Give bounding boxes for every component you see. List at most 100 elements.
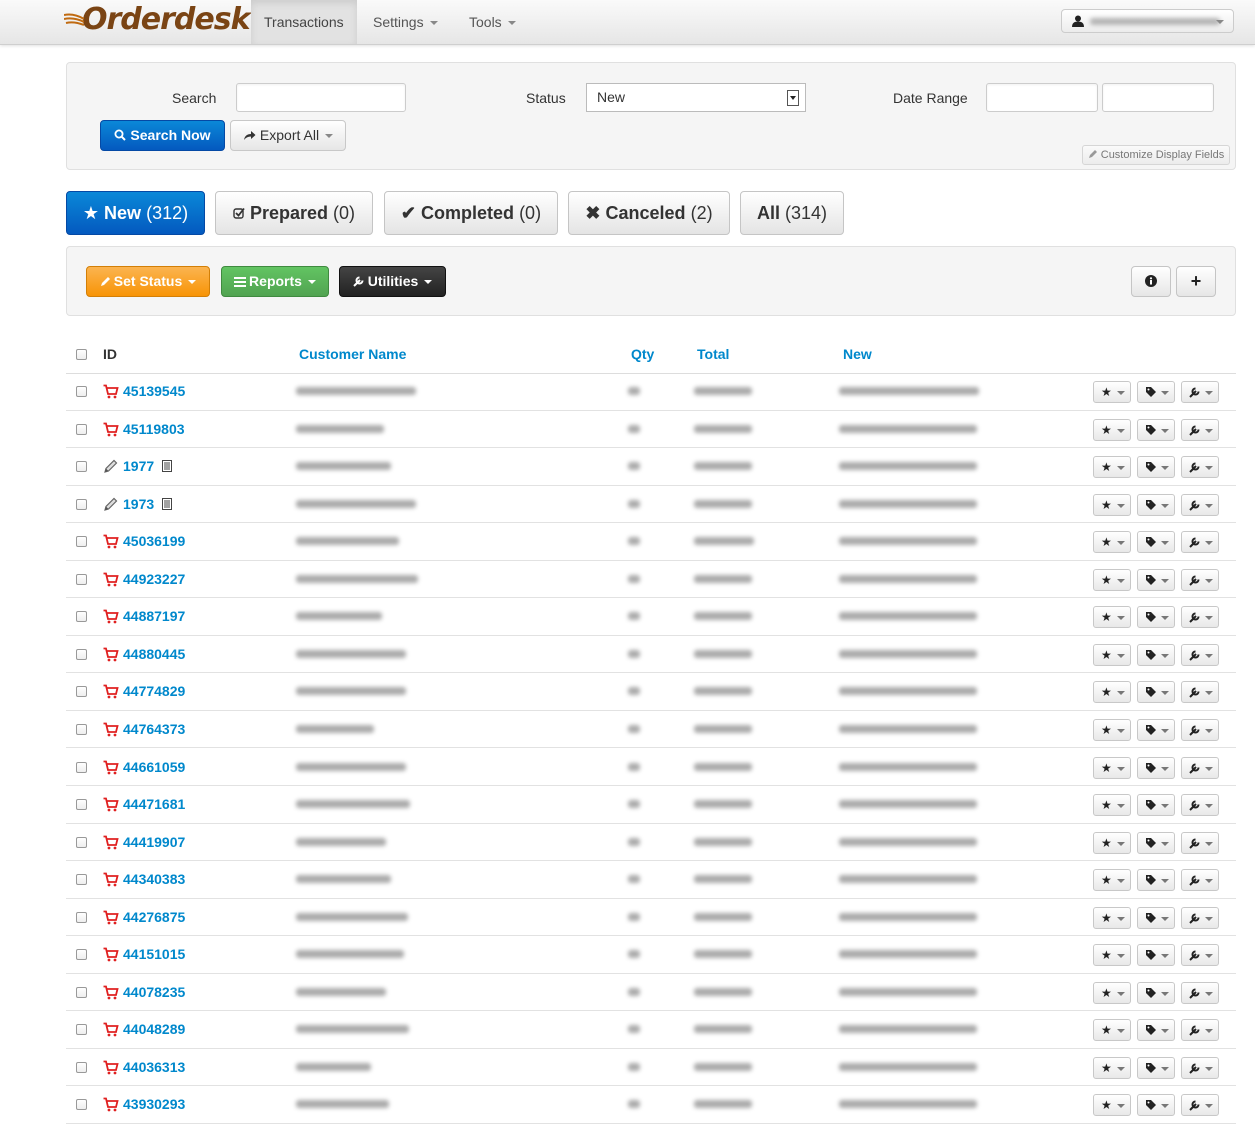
row-checkbox[interactable] [76, 573, 87, 585]
table-row[interactable]: 45119803 ★ [66, 411, 1236, 449]
row-star-button[interactable]: ★ [1093, 456, 1131, 479]
row-star-button[interactable]: ★ [1093, 531, 1131, 554]
row-tag-button[interactable] [1137, 681, 1175, 704]
row-checkbox[interactable] [76, 686, 87, 698]
set-status-button[interactable]: Set Status [86, 266, 210, 297]
row-star-button[interactable]: ★ [1093, 606, 1131, 629]
table-row[interactable]: 44887197 ★ [66, 598, 1236, 636]
row-star-button[interactable]: ★ [1093, 381, 1131, 403]
row-star-button[interactable]: ★ [1093, 756, 1131, 779]
row-checkbox[interactable] [76, 911, 87, 923]
tab-completed[interactable]: ✔ Completed (0) [384, 191, 558, 235]
order-id-link[interactable]: 44419907 [123, 834, 185, 850]
row-tag-button[interactable] [1137, 568, 1175, 591]
add-button[interactable]: + [1176, 266, 1216, 297]
table-row[interactable]: 44774829 ★ [66, 673, 1236, 711]
table-row[interactable]: 1973 ★ [66, 486, 1236, 524]
tab-new[interactable]: ★ New (312) [66, 191, 205, 235]
row-wrench-button[interactable] [1181, 418, 1219, 441]
row-star-button[interactable]: ★ [1093, 1094, 1131, 1117]
order-id-link[interactable]: 43930293 [123, 1096, 185, 1112]
row-checkbox[interactable] [76, 611, 87, 623]
customize-display-fields-button[interactable]: Customize Display Fields [1082, 145, 1230, 165]
table-row[interactable]: 44880445 ★ [66, 636, 1236, 674]
row-star-button[interactable]: ★ [1093, 643, 1131, 666]
row-wrench-button[interactable] [1181, 718, 1219, 741]
row-star-button[interactable]: ★ [1093, 906, 1131, 929]
row-tag-button[interactable] [1137, 1019, 1175, 1042]
order-id-link[interactable]: 1977 [123, 458, 154, 474]
table-row[interactable]: 44276875 ★ [66, 899, 1236, 937]
table-row[interactable]: 1977 ★ [66, 448, 1236, 486]
row-star-button[interactable]: ★ [1093, 944, 1131, 967]
order-id-link[interactable]: 45119803 [123, 421, 185, 437]
search-input[interactable] [236, 83, 406, 112]
row-checkbox[interactable] [76, 874, 87, 886]
row-star-button[interactable]: ★ [1093, 981, 1131, 1004]
row-wrench-button[interactable] [1181, 1094, 1219, 1117]
row-checkbox[interactable] [76, 949, 87, 961]
row-checkbox[interactable] [76, 498, 87, 510]
column-qty[interactable]: Qty [631, 346, 654, 362]
row-wrench-button[interactable] [1181, 1019, 1219, 1042]
order-id-link[interactable]: 44078235 [123, 984, 185, 1000]
row-checkbox[interactable] [76, 1061, 87, 1073]
row-wrench-button[interactable] [1181, 493, 1219, 516]
order-id-link[interactable]: 44048289 [123, 1021, 185, 1037]
table-row[interactable]: 44471681 ★ [66, 786, 1236, 824]
row-star-button[interactable]: ★ [1093, 1056, 1131, 1079]
row-wrench-button[interactable] [1181, 381, 1219, 403]
row-tag-button[interactable] [1137, 381, 1175, 403]
row-checkbox[interactable] [76, 648, 87, 660]
row-wrench-button[interactable] [1181, 568, 1219, 591]
search-now-button[interactable]: Search Now [100, 120, 225, 151]
table-row[interactable]: 43930293 ★ [66, 1086, 1236, 1124]
table-row[interactable]: 44661059 ★ [66, 749, 1236, 786]
row-checkbox[interactable] [76, 423, 87, 435]
row-checkbox[interactable] [76, 986, 87, 998]
row-wrench-button[interactable] [1181, 981, 1219, 1004]
row-star-button[interactable]: ★ [1093, 831, 1131, 854]
order-id-link[interactable]: 44661059 [123, 759, 185, 775]
row-tag-button[interactable] [1137, 493, 1175, 516]
row-wrench-button[interactable] [1181, 756, 1219, 779]
row-wrench-button[interactable] [1181, 456, 1219, 479]
table-row[interactable]: 44036313 ★ [66, 1049, 1236, 1087]
order-id-link[interactable]: 45139545 [123, 383, 185, 399]
row-star-button[interactable]: ★ [1093, 869, 1131, 892]
document-icon[interactable] [162, 460, 172, 473]
row-star-button[interactable]: ★ [1093, 418, 1131, 441]
row-checkbox[interactable] [76, 799, 87, 811]
tab-prepared[interactable]: Prepared (0) [215, 191, 373, 235]
order-id-link[interactable]: 45036199 [123, 533, 185, 549]
user-menu-button[interactable] [1061, 9, 1234, 33]
row-star-button[interactable]: ★ [1093, 568, 1131, 591]
row-wrench-button[interactable] [1181, 1056, 1219, 1079]
column-new[interactable]: New [843, 346, 872, 362]
export-all-button[interactable]: Export All [230, 120, 346, 151]
select-all-checkbox[interactable] [76, 349, 87, 360]
table-row[interactable]: 45036199 ★ [66, 523, 1236, 561]
row-checkbox[interactable] [76, 536, 87, 548]
row-wrench-button[interactable] [1181, 531, 1219, 554]
row-tag-button[interactable] [1137, 643, 1175, 666]
table-row[interactable]: 44340383 ★ [66, 861, 1236, 899]
order-id-link[interactable]: 44036313 [123, 1059, 185, 1075]
info-button[interactable] [1131, 266, 1171, 297]
table-row[interactable]: 44048289 ★ [66, 1011, 1236, 1049]
row-star-button[interactable]: ★ [1093, 1019, 1131, 1042]
order-id-link[interactable]: 1973 [123, 496, 154, 512]
order-id-link[interactable]: 44774829 [123, 683, 185, 699]
brand-logo[interactable]: Orderdesk [64, 2, 251, 37]
table-row[interactable]: 44419907 ★ [66, 824, 1236, 862]
column-total[interactable]: Total [697, 346, 729, 362]
table-row[interactable]: 44923227 ★ [66, 561, 1236, 599]
table-row[interactable]: 45139545 ★ [66, 373, 1236, 411]
date-to-input[interactable] [1102, 83, 1214, 112]
reports-button[interactable]: Reports [221, 266, 329, 297]
row-tag-button[interactable] [1137, 531, 1175, 554]
order-id-link[interactable]: 44340383 [123, 871, 185, 887]
column-id[interactable]: ID [103, 346, 117, 362]
order-id-link[interactable]: 44764373 [123, 721, 185, 737]
row-wrench-button[interactable] [1181, 681, 1219, 704]
